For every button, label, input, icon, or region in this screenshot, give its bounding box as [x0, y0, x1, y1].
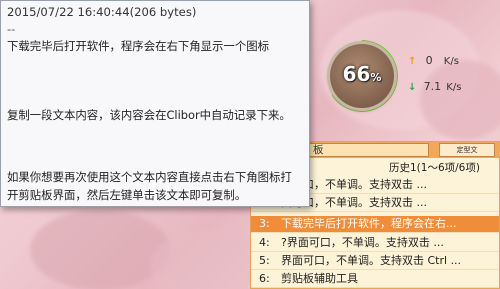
usage-percent: 66% [342, 62, 382, 86]
clip-timestamp: 2015/07/22 16:40:44(206 bytes) [7, 5, 197, 19]
preview-line: 下载完毕后打开软件，程序会在右下角显示一个图标 [7, 39, 269, 53]
page-info: 历史1(1～6项/6项) [389, 162, 480, 174]
clip-preview-tooltip: 2015/07/22 16:40:44(206 bytes) -- 下载完毕后打… [0, 0, 310, 207]
history-item-selected[interactable]: 3: 下载完毕后打开软件，程序会在右... [251, 216, 499, 233]
preview-line: 如果你想要再次使用这个文本内容直接点击右下角图标打 [7, 170, 292, 184]
arrow-up-icon: ↑ [408, 56, 417, 67]
download-speed: ↓ 7.1 K/s [408, 80, 462, 93]
history-item-text: 下载完毕后打开软件，程序会在右... [281, 217, 457, 230]
wallpaper-blossom [30, 210, 170, 289]
history-item-text: ?界面可口，不单调。支持双击 ... [281, 236, 444, 249]
preview-line: 复制一段文本内容，该内容会在Clibor中自动记录下来。 [7, 108, 291, 122]
tab-fixed-phrases[interactable]: 定型文 [439, 143, 495, 157]
arrow-down-icon: ↓ [408, 82, 417, 93]
wallpaper-blossom [420, 60, 500, 140]
history-item-text: 剪贴板辅助工具 [281, 272, 358, 285]
preview-line: 开剪贴板界面，然后左键单击该文本即可复制。 [7, 188, 247, 202]
history-item[interactable]: 5: 界面可口，不单调。支持双击 Ctrl ... [251, 253, 499, 270]
tab-clipboard[interactable]: 板 [309, 143, 429, 157]
history-item-text: 界面可口，不单调。支持双击 Ctrl ... [281, 254, 462, 267]
history-item[interactable]: 4: ?界面可口，不单调。支持双击 ... [251, 235, 499, 252]
upload-speed: ↑ 0 K/s [408, 54, 459, 67]
history-item[interactable]: 6: 剪贴板辅助工具 [251, 271, 499, 288]
separator: -- [7, 22, 16, 36]
